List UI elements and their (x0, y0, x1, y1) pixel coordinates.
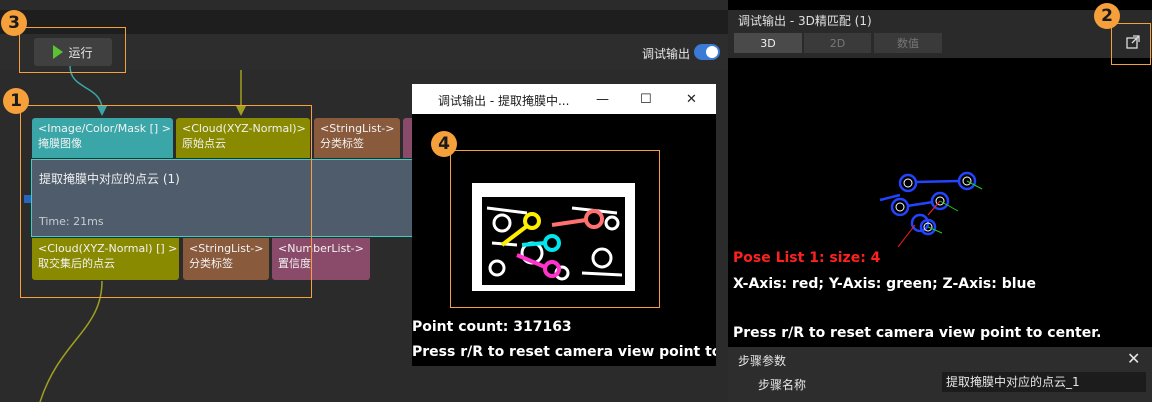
close-icon[interactable]: ✕ (686, 92, 697, 107)
3d-match-viewport[interactable] (870, 165, 1000, 255)
point-count: Point count: 317163 (412, 319, 572, 335)
close-icon[interactable]: ✕ (1127, 349, 1140, 368)
reset-camera-hint: Press r/R to reset camera view point to … (412, 344, 716, 360)
tab-3d[interactable]: 3D (734, 33, 802, 53)
step-name-label: 步骤名称 (758, 378, 807, 392)
input-port-partial[interactable] (403, 118, 412, 158)
badge-3: 3 (1, 10, 27, 36)
input-port-class-labels[interactable]: <StringList-> 分类标签 (314, 118, 400, 158)
pose-list-label: Pose List 1: size: 4 (733, 250, 881, 266)
highlight-run-area (19, 27, 126, 73)
minimize-icon[interactable]: — (596, 92, 609, 107)
debug-panel-title: 调试输出 - 3D精匹配 (1) (738, 14, 872, 28)
highlight-popout (1111, 23, 1151, 65)
mask-preview-image (472, 183, 635, 291)
step-name-input[interactable]: 提取掩膜中对应的点云_1 (942, 372, 1146, 392)
axis-legend: X-Axis: red; Y-Axis: green; Z-Axis: blue (733, 276, 1037, 292)
tab-2d[interactable]: 2D (804, 33, 871, 53)
reset-camera-hint-right: Press r/R to reset camera view point to … (733, 325, 1102, 341)
maximize-icon[interactable]: ☐ (640, 92, 652, 107)
badge-4: 4 (431, 131, 457, 157)
highlight-node-area (20, 105, 312, 298)
tab-values[interactable]: 数值 (874, 33, 942, 53)
port-name: 分类标签 (320, 137, 364, 150)
step-params-title: 步骤参数 (738, 354, 787, 368)
badge-1: 1 (3, 88, 29, 114)
debug-window-title: 调试输出 - 提取掩膜中... (438, 94, 570, 108)
port-type: <StringList-> (320, 122, 395, 135)
badge-2: 2 (1094, 3, 1120, 29)
